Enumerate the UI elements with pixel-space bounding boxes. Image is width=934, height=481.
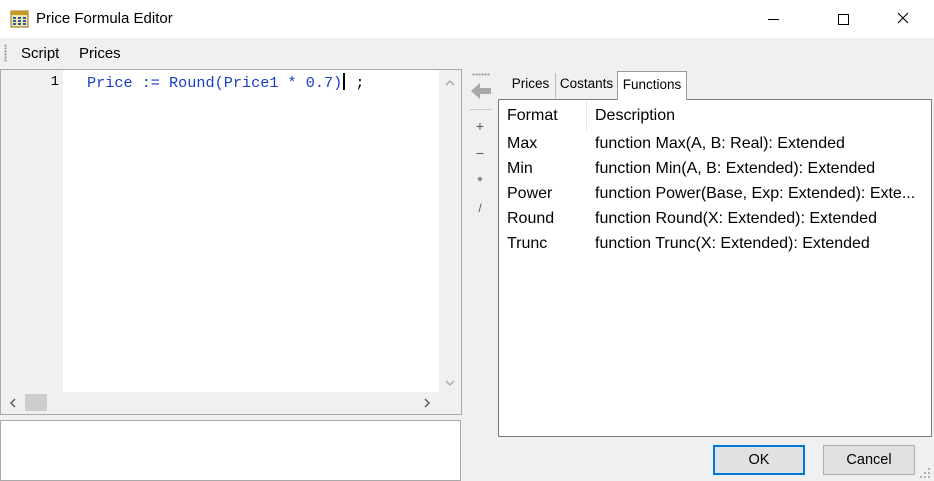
script-editor[interactable]: 1 Price := Round(Price1 * 0.7) ;	[0, 69, 462, 415]
tab-functions[interactable]: Functions	[617, 71, 687, 100]
function-name: Min	[507, 160, 533, 177]
minus-operator-button[interactable]: −	[470, 142, 490, 164]
minimize-button[interactable]	[750, 0, 796, 38]
ok-button[interactable]: OK	[713, 445, 805, 475]
function-name: Trunc	[507, 235, 548, 252]
messages-panel[interactable]	[0, 420, 461, 481]
code-token: Price	[87, 74, 133, 92]
maximize-icon	[837, 13, 849, 25]
vertical-scrollbar[interactable]	[439, 70, 461, 392]
column-header-format[interactable]: Format	[507, 107, 558, 125]
menu-grip[interactable]	[4, 44, 7, 62]
code-token: :=	[132, 74, 170, 92]
horizontal-scrollbar[interactable]	[1, 392, 461, 414]
divide-operator-button[interactable]: /	[470, 197, 490, 219]
list-item[interactable]: Max function Max(A, B: Real): Extended	[499, 133, 931, 158]
function-description: function Min(A, B: Extended): Extended	[595, 160, 876, 177]
list-header: Format Description	[499, 100, 931, 130]
code-line[interactable]: Price := Round(Price1 * 0.7) ;	[87, 73, 364, 92]
code-token: *	[278, 74, 306, 92]
code-token: 0.7	[305, 74, 334, 92]
functions-list[interactable]: Format Description Max function Max(A, B…	[498, 99, 932, 437]
scroll-left-button[interactable]	[3, 392, 23, 414]
list-item[interactable]: Power function Power(Base, Exp: Extended…	[499, 183, 931, 208]
menu-prices[interactable]: Prices	[79, 45, 121, 62]
operator-toolbar: + − * /	[466, 69, 494, 229]
window-title: Price Formula Editor	[36, 10, 173, 27]
code-token: Round	[169, 74, 215, 92]
function-description: function Max(A, B: Real): Extended	[595, 135, 845, 152]
column-divider[interactable]	[586, 102, 587, 130]
scroll-down-button[interactable]	[439, 372, 461, 390]
scroll-up-button[interactable]	[439, 72, 461, 90]
title-bar: Price Formula Editor	[0, 0, 934, 38]
maximize-button[interactable]	[820, 0, 866, 38]
function-name: Round	[507, 210, 555, 227]
close-icon	[897, 11, 909, 28]
tab-prices[interactable]: Prices	[506, 73, 556, 98]
code-token: Price1	[223, 74, 279, 92]
close-button[interactable]	[880, 0, 926, 38]
calculator-grid-icon	[10, 9, 30, 29]
function-description: function Trunc(X: Extended): Extended	[595, 235, 870, 252]
chevron-right-icon	[424, 395, 430, 412]
chevron-down-icon	[445, 373, 455, 390]
resize-grip-icon[interactable]	[916, 464, 932, 480]
list-item[interactable]: Round function Round(X: Extended): Exten…	[499, 208, 931, 233]
minimize-icon	[767, 18, 779, 20]
tab-costants[interactable]: Costants	[556, 73, 617, 98]
arrow-left-icon	[470, 81, 492, 105]
function-description: function Round(X: Extended): Extended	[595, 210, 877, 227]
cancel-button[interactable]: Cancel	[823, 445, 915, 475]
plus-operator-button[interactable]: +	[470, 115, 490, 137]
list-item[interactable]: Trunc function Trunc(X: Extended): Exten…	[499, 233, 931, 258]
code-token: )	[333, 74, 343, 92]
menu-bar: Script Prices	[0, 38, 934, 69]
line-gutter: 1	[1, 70, 63, 392]
column-header-description[interactable]: Description	[595, 107, 675, 125]
function-description: function Power(Base, Exp: Extended): Ext…	[595, 185, 916, 202]
list-item[interactable]: Min function Min(A, B: Extended): Extend…	[499, 158, 931, 183]
function-name: Power	[507, 185, 553, 202]
function-name: Max	[507, 135, 538, 152]
chevron-left-icon	[10, 395, 16, 412]
multiply-operator-button[interactable]: *	[470, 170, 490, 192]
chevron-up-icon	[445, 73, 455, 90]
toolbar-separator	[470, 109, 492, 110]
insert-button[interactable]	[468, 81, 494, 105]
scroll-right-button[interactable]	[417, 392, 437, 414]
scroll-thumb[interactable]	[25, 394, 47, 411]
code-token: (	[214, 74, 224, 92]
code-token: ;	[346, 74, 365, 92]
text-caret	[343, 73, 346, 90]
line-number: 1	[50, 74, 59, 90]
menu-script[interactable]: Script	[21, 45, 59, 62]
toolbar-grip[interactable]	[472, 73, 490, 76]
